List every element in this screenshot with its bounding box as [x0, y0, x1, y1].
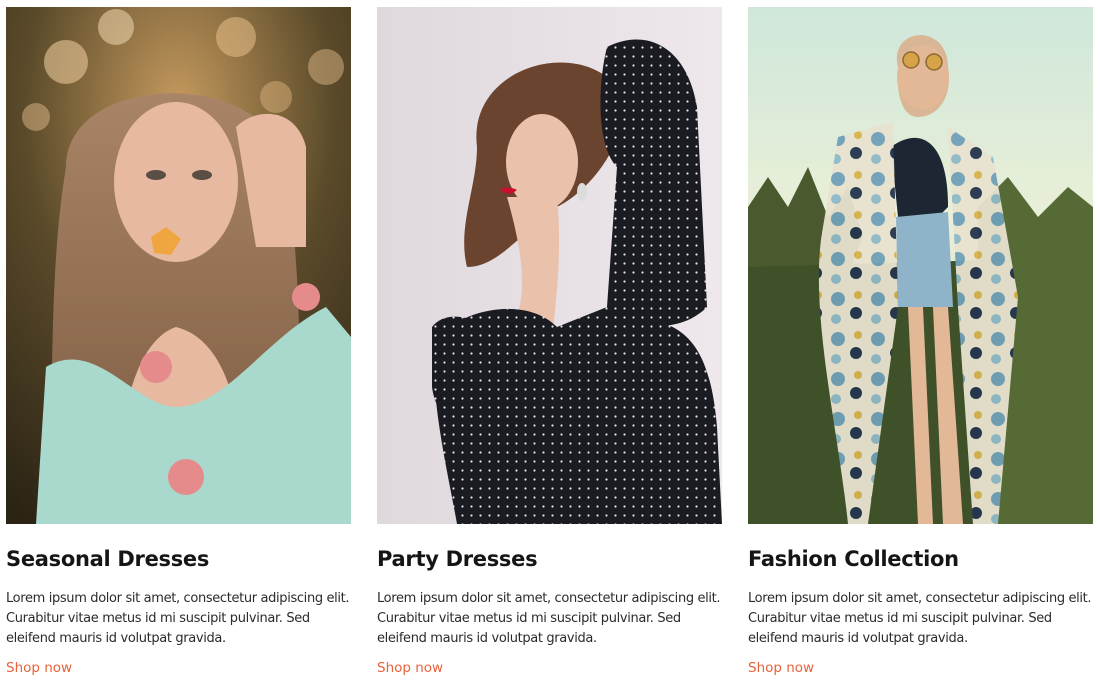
card-description: Lorem ipsum dolor sit amet, consectetur …: [6, 589, 351, 649]
description-line: Curabitur vitae metus id mi suscipit pul…: [748, 611, 1052, 626]
fashion-collection-photo[interactable]: [748, 7, 1093, 524]
shop-now-link[interactable]: Shop now: [377, 659, 443, 677]
card-description: Lorem ipsum dolor sit amet, consectetur …: [377, 589, 722, 649]
party-dresses-photo[interactable]: [377, 7, 722, 524]
card-title: Fashion Collection: [748, 547, 959, 571]
description-line: Lorem ipsum dolor sit amet, consectetur …: [377, 591, 721, 606]
description-line: eleifend mauris id volutpat gravida.: [377, 631, 597, 646]
description-line: eleifend mauris id volutpat gravida.: [748, 631, 968, 646]
description-line: Curabitur vitae metus id mi suscipit pul…: [377, 611, 681, 626]
product-card-fashion: Fashion Collection Lorem ipsum dolor sit…: [748, 7, 1093, 677]
card-title: Seasonal Dresses: [6, 547, 210, 571]
seasonal-dresses-photo[interactable]: [6, 7, 351, 524]
description-line: eleifend mauris id volutpat gravida.: [6, 631, 226, 646]
card-title: Party Dresses: [377, 547, 538, 571]
shop-now-link[interactable]: Shop now: [748, 659, 814, 677]
shop-now-link[interactable]: Shop now: [6, 659, 72, 677]
product-card-seasonal: Seasonal Dresses Lorem ipsum dolor sit a…: [6, 7, 351, 677]
product-card-party: Party Dresses Lorem ipsum dolor sit amet…: [377, 7, 722, 677]
description-line: Curabitur vitae metus id mi suscipit pul…: [6, 611, 310, 626]
description-line: Lorem ipsum dolor sit amet, consectetur …: [748, 591, 1092, 606]
card-description: Lorem ipsum dolor sit amet, consectetur …: [748, 589, 1093, 649]
description-line: Lorem ipsum dolor sit amet, consectetur …: [6, 591, 350, 606]
